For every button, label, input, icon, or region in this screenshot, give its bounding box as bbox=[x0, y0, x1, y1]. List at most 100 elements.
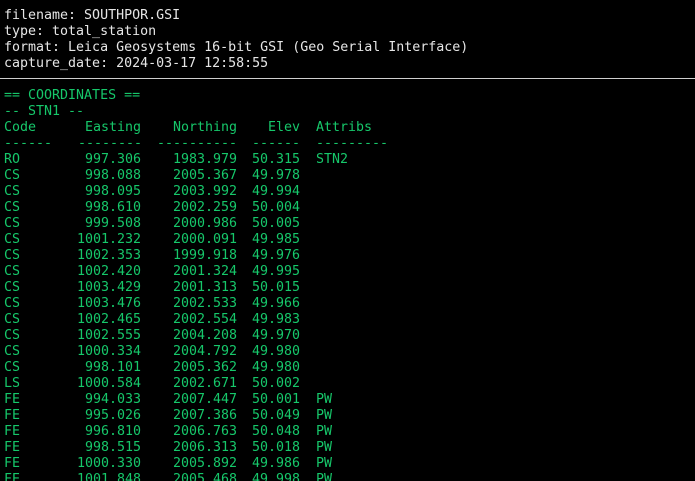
cell-elev: 50.315 bbox=[252, 152, 301, 167]
table-row: CS 1002.353 1999.918 49.976 bbox=[0, 248, 695, 264]
cell-code: CS bbox=[4, 328, 21, 343]
col-header-easting: Easting bbox=[84, 120, 141, 135]
cell-elev: 49.966 bbox=[252, 296, 301, 311]
cell-code: CS bbox=[4, 280, 21, 295]
header-divider bbox=[0, 78, 695, 79]
table-row: CS 998.088 2005.367 49.978 bbox=[0, 168, 695, 184]
cell-northing: 2005.367 bbox=[172, 168, 237, 183]
cell-easting: 995.026 bbox=[84, 408, 141, 423]
table-row: FE 1000.330 2005.892 49.986 PW bbox=[0, 456, 695, 472]
cell-code: CS bbox=[4, 264, 21, 279]
col-header-code: Code bbox=[4, 120, 37, 135]
cell-elev: 50.004 bbox=[252, 200, 301, 215]
terminal-window: filename: SOUTHPOR.GSI type: total_stati… bbox=[0, 0, 695, 481]
cell-easting: 998.088 bbox=[84, 168, 141, 183]
cell-elev: 49.998 bbox=[252, 472, 301, 481]
cell-code: FE bbox=[4, 472, 21, 481]
cell-northing: 2000.091 bbox=[172, 232, 237, 247]
cell-elev: 49.980 bbox=[252, 360, 301, 375]
cell-elev: 50.018 bbox=[252, 440, 301, 455]
cell-easting: 1001.232 bbox=[76, 232, 141, 247]
cell-northing: 2002.671 bbox=[172, 376, 237, 391]
table-row: CS 1003.429 2001.313 50.015 bbox=[0, 280, 695, 296]
col-header-elev: Elev bbox=[267, 120, 300, 135]
section-title: == COORDINATES == bbox=[4, 88, 141, 103]
table-row: CS 1003.476 2002.533 49.966 bbox=[0, 296, 695, 312]
table-row: FE 998.515 2006.313 50.018 PW bbox=[0, 440, 695, 456]
cell-easting: 1002.555 bbox=[76, 328, 141, 343]
cell-northing: 2005.362 bbox=[172, 360, 237, 375]
cell-code: LS bbox=[4, 376, 21, 391]
filename-line: filename: SOUTHPOR.GSI bbox=[4, 8, 181, 23]
cell-elev: 50.005 bbox=[252, 216, 301, 231]
cell-elev: 49.980 bbox=[252, 344, 301, 359]
cell-elev: 49.985 bbox=[252, 232, 301, 247]
underline-attribs: --------- bbox=[316, 136, 389, 151]
underline-code: ------ bbox=[4, 136, 53, 151]
cell-easting: 998.101 bbox=[84, 360, 141, 375]
cell-code: CS bbox=[4, 248, 21, 263]
underline-elev: ------ bbox=[252, 136, 301, 151]
table-row: FE 994.033 2007.447 50.001 PW bbox=[0, 392, 695, 408]
table-row: CS 998.101 2005.362 49.980 bbox=[0, 360, 695, 376]
cell-northing: 2002.259 bbox=[172, 200, 237, 215]
cell-elev: 50.015 bbox=[252, 280, 301, 295]
table-row: CS 1002.555 2004.208 49.970 bbox=[0, 328, 695, 344]
cell-code: CS bbox=[4, 312, 21, 327]
cell-easting: 1000.330 bbox=[76, 456, 141, 471]
cell-attrib: PW bbox=[316, 456, 333, 471]
cell-northing: 2006.763 bbox=[172, 424, 237, 439]
cell-code: FE bbox=[4, 440, 21, 455]
cell-code: CS bbox=[4, 360, 21, 375]
cell-easting: 998.515 bbox=[84, 440, 141, 455]
cell-code: RO bbox=[4, 152, 21, 167]
table-row: CS 1001.232 2000.091 49.985 bbox=[0, 232, 695, 248]
table-row: LS 1000.584 2002.671 50.002 bbox=[0, 376, 695, 392]
cell-elev: 49.994 bbox=[252, 184, 301, 199]
cell-code: CS bbox=[4, 216, 21, 231]
underline-easting: -------- bbox=[77, 136, 142, 151]
col-header-northing: Northing bbox=[172, 120, 237, 135]
cell-elev: 50.001 bbox=[252, 392, 301, 407]
table-row: CS 1002.420 2001.324 49.995 bbox=[0, 264, 695, 280]
cell-northing: 2001.324 bbox=[172, 264, 237, 279]
cell-northing: 2006.313 bbox=[172, 440, 237, 455]
cell-attrib: PW bbox=[316, 472, 333, 481]
table-row: CS 1002.465 2002.554 49.983 bbox=[0, 312, 695, 328]
cell-northing: 1999.918 bbox=[172, 248, 237, 263]
table-row: CS 998.610 2002.259 50.004 bbox=[0, 200, 695, 216]
cell-elev: 50.002 bbox=[252, 376, 301, 391]
cell-easting: 1000.584 bbox=[76, 376, 141, 391]
station-label: -- STN1 -- bbox=[4, 104, 85, 119]
cell-easting: 998.095 bbox=[84, 184, 141, 199]
cell-northing: 2005.892 bbox=[172, 456, 237, 471]
cell-northing: 2000.986 bbox=[172, 216, 237, 231]
cell-northing: 2005.468 bbox=[172, 472, 237, 481]
cell-elev: 50.048 bbox=[252, 424, 301, 439]
cell-attrib: PW bbox=[316, 440, 333, 455]
cell-northing: 2002.533 bbox=[172, 296, 237, 311]
cell-code: CS bbox=[4, 232, 21, 247]
underline-northing: ---------- bbox=[156, 136, 237, 151]
capture-date-line: capture_date: 2024-03-17 12:58:55 bbox=[4, 56, 269, 71]
cell-code: FE bbox=[4, 408, 21, 423]
cell-code: CS bbox=[4, 200, 21, 215]
cell-code: FE bbox=[4, 456, 21, 471]
cell-northing: 2004.792 bbox=[172, 344, 237, 359]
cell-easting: 1002.420 bbox=[76, 264, 141, 279]
cell-easting: 1001.848 bbox=[76, 472, 141, 481]
cell-northing: 2001.313 bbox=[172, 280, 237, 295]
column-underlines: ------ -------- ---------- ------ ------… bbox=[0, 136, 695, 152]
cell-code: FE bbox=[4, 424, 21, 439]
table-row: FE 1001.848 2005.468 49.998 PW bbox=[0, 472, 695, 481]
cell-northing: 2004.208 bbox=[172, 328, 237, 343]
table-row: CS 999.508 2000.986 50.005 bbox=[0, 216, 695, 232]
coordinate-table: RO 997.306 1983.979 50.315 STN2 CS 998.088 2005… bbox=[0, 152, 695, 481]
cell-easting: 997.306 bbox=[84, 152, 141, 167]
cell-code: CS bbox=[4, 168, 21, 183]
cell-elev: 49.976 bbox=[252, 248, 301, 263]
cell-elev: 49.983 bbox=[252, 312, 301, 327]
cell-elev: 50.049 bbox=[252, 408, 301, 423]
cell-easting: 1000.334 bbox=[76, 344, 141, 359]
cell-easting: 1002.465 bbox=[76, 312, 141, 327]
